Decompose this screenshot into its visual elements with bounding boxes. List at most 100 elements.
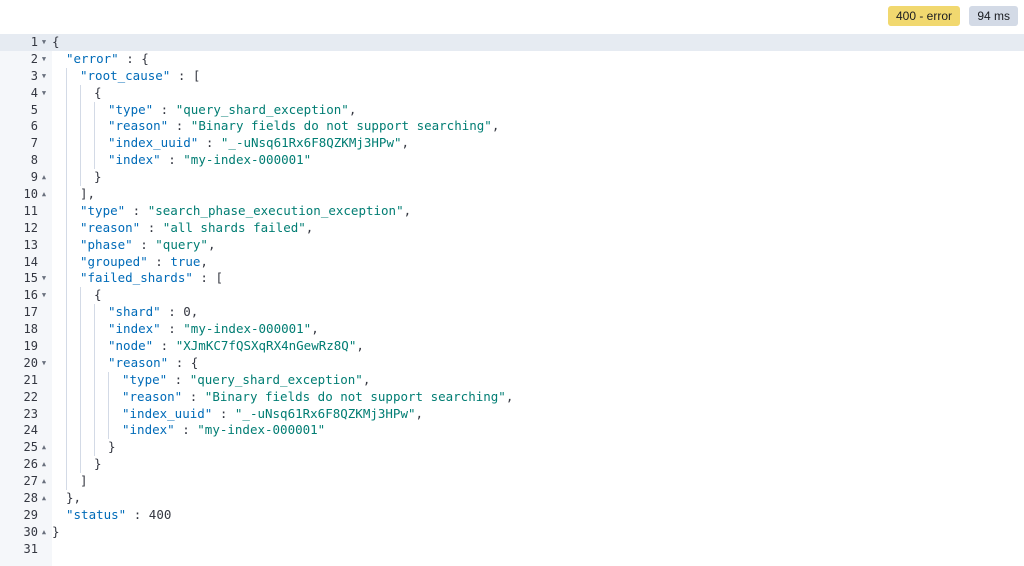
- indent-guide: [52, 118, 66, 135]
- json-punctuation: ,: [348, 101, 357, 117]
- indent-guide: [52, 304, 66, 321]
- json-string: "my-index-000001": [183, 152, 312, 168]
- indent-guide: [94, 405, 108, 423]
- json-key: "reason": [122, 388, 183, 404]
- gutter-row: 26 ▲: [0, 456, 52, 473]
- line-number: 11: [23, 203, 38, 218]
- indent-guide: [52, 220, 66, 237]
- indent-guide: [80, 456, 94, 474]
- indent-guide: [80, 405, 94, 423]
- json-punctuation: : {: [168, 354, 199, 370]
- line-number: 22: [23, 389, 38, 404]
- response-time-badge[interactable]: 94 ms: [969, 6, 1018, 26]
- json-punctuation: ,: [505, 388, 514, 404]
- json-key: "reason": [80, 219, 141, 235]
- json-punctuation: : [: [170, 67, 201, 83]
- line-number: 13: [23, 237, 38, 252]
- gutter-row: 18: [0, 321, 52, 338]
- json-punctuation: ,: [305, 219, 314, 235]
- json-punctuation: :: [140, 219, 163, 235]
- gutter-row: 14: [0, 254, 52, 271]
- indent-guide: [66, 388, 80, 406]
- line-number: 28: [23, 491, 38, 506]
- caret-down-icon[interactable]: ▼: [39, 34, 49, 51]
- caret-down-icon[interactable]: ▼: [39, 85, 49, 102]
- line-number: 15: [23, 271, 38, 286]
- json-punctuation: :: [168, 118, 191, 134]
- gutter-row: 5: [0, 102, 52, 119]
- indent-guide: [80, 371, 94, 389]
- status-badge[interactable]: 400 - error: [887, 6, 960, 26]
- gutter-row: 30 ▲: [0, 524, 52, 541]
- json-key: "failed_shards": [80, 270, 193, 286]
- code-line: "index" : "my-index-000001",: [52, 321, 1024, 339]
- indent-guide: [66, 118, 80, 136]
- indent-guide: [66, 186, 80, 203]
- json-key: "reason": [108, 354, 169, 370]
- gutter-row: 22: [0, 389, 52, 406]
- caret-up-icon[interactable]: ▲: [39, 169, 49, 186]
- caret-down-icon[interactable]: ▼: [39, 51, 49, 68]
- indent-guide: [52, 372, 66, 389]
- json-string: "Binary fields do not support searching": [204, 388, 506, 404]
- code-line: "root_cause" : [: [52, 67, 1024, 85]
- caret-up-icon[interactable]: ▲: [39, 490, 49, 507]
- indent-guide: [80, 388, 94, 406]
- code-line: "type" : "query_shard_exception",: [52, 101, 1024, 119]
- code-line: {: [52, 34, 1024, 51]
- caret-down-icon[interactable]: ▼: [39, 355, 49, 372]
- line-number: 5: [30, 102, 38, 117]
- caret-up-icon[interactable]: ▲: [39, 473, 49, 490]
- json-punctuation: :: [160, 304, 184, 320]
- json-boolean: true: [170, 253, 201, 269]
- indent-guide: [66, 422, 80, 440]
- json-punctuation: }: [94, 456, 102, 472]
- json-punctuation: : [: [192, 270, 223, 286]
- indent-guide: [94, 118, 108, 136]
- caret-down-icon[interactable]: ▼: [39, 287, 49, 304]
- caret-up-icon[interactable]: ▲: [39, 439, 49, 456]
- code-line: "grouped" : true,: [52, 253, 1024, 271]
- indent-guide: [80, 118, 94, 136]
- indent-guide: [80, 135, 94, 153]
- json-number: 400: [148, 506, 172, 522]
- json-key: "shard": [108, 304, 161, 320]
- code-line: }: [52, 439, 1024, 457]
- indent-guide: [66, 152, 80, 170]
- gutter-row: 2 ▼: [0, 51, 52, 68]
- indent-guide: [80, 287, 94, 305]
- json-punctuation: ,: [401, 135, 410, 151]
- caret-up-icon[interactable]: ▲: [39, 186, 49, 203]
- json-key: "error": [66, 50, 119, 66]
- json-punctuation: ,: [311, 321, 319, 337]
- json-key: "status": [66, 506, 127, 522]
- json-key: "index": [122, 422, 175, 438]
- gutter-row: 15 ▼: [0, 270, 52, 287]
- gutter-row: 21: [0, 372, 52, 389]
- json-punctuation: :: [160, 321, 184, 337]
- json-punctuation: ,: [362, 371, 371, 387]
- caret-up-icon[interactable]: ▲: [39, 456, 49, 473]
- code-line: }: [52, 456, 1024, 474]
- code-line: ]: [52, 473, 1024, 491]
- code-line: "reason" : "Binary fields do not support…: [52, 118, 1024, 136]
- gutter-row: 4 ▼: [0, 85, 52, 102]
- json-punctuation: ,: [356, 338, 364, 354]
- json-punctuation: }: [94, 169, 102, 185]
- response-body[interactable]: {"error" : {"root_cause" : [{"type" : "q…: [52, 34, 1024, 566]
- caret-up-icon[interactable]: ▲: [39, 524, 49, 541]
- response-editor[interactable]: 1 ▼ 2 ▼ 3 ▼ 4 ▼ 5 6 7 8 9 ▲ 10 ▲ 11 12 13 14 15 ▼ 16 ▼ 17 18 19 20 ▼…: [0, 34, 1024, 566]
- json-string: "my-index-000001": [197, 422, 326, 438]
- json-key: "type": [108, 101, 154, 117]
- code-line: "reason" : {: [52, 354, 1024, 372]
- line-number: 24: [23, 423, 38, 438]
- indent-guide: [94, 422, 108, 440]
- line-number: 20: [23, 355, 38, 370]
- indent-guide: [108, 388, 122, 406]
- caret-down-icon[interactable]: ▼: [39, 68, 49, 85]
- code-line: }: [52, 169, 1024, 187]
- caret-down-icon[interactable]: ▼: [39, 270, 49, 287]
- line-number: 25: [23, 440, 38, 455]
- line-number: 3: [30, 68, 38, 83]
- indent-guide: [80, 439, 94, 457]
